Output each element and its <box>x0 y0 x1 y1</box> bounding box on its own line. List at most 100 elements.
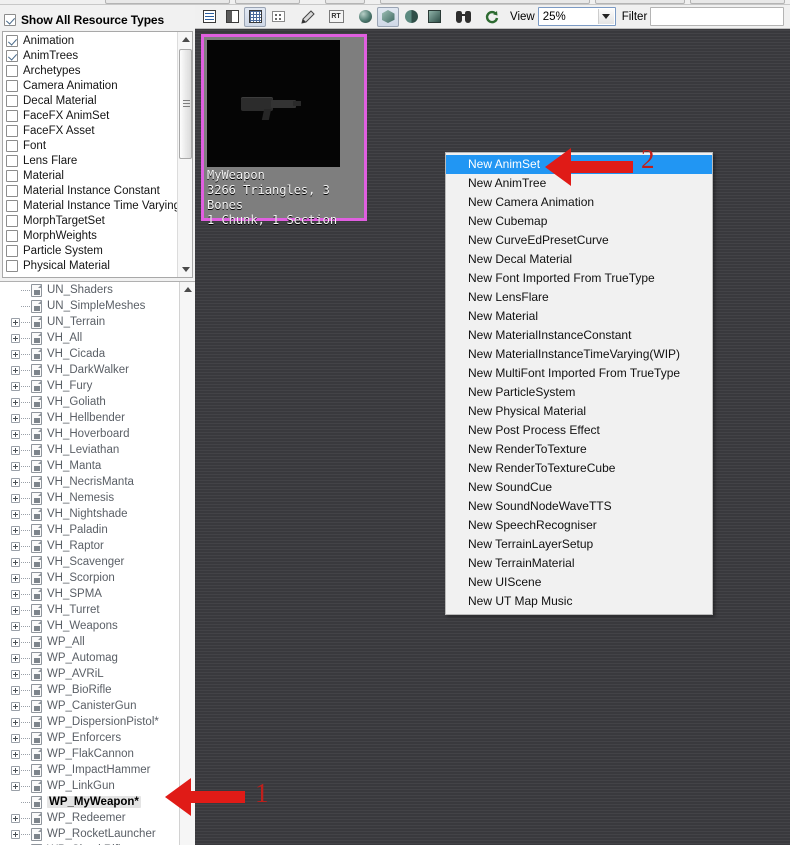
context-menu-item[interactable]: New UIScene <box>446 573 712 592</box>
scroll-up-arrow-icon[interactable] <box>178 32 192 47</box>
show-all-resource-types-row[interactable]: Show All Resource Types <box>0 10 195 30</box>
resource-type-item[interactable]: Material Instance Time Varying <box>3 198 180 213</box>
find-button[interactable] <box>452 7 474 27</box>
expand-plus-icon[interactable] <box>11 525 20 535</box>
context-menu-item[interactable]: New Decal Material <box>446 250 712 269</box>
tree-item[interactable]: WP_Enforcers <box>0 730 178 746</box>
chevron-down-icon[interactable] <box>597 9 614 24</box>
expand-plus-icon[interactable] <box>11 461 20 471</box>
resource-type-checkbox[interactable] <box>6 109 18 122</box>
resource-type-checkbox[interactable] <box>6 259 18 272</box>
tree-item[interactable]: VH_Weapons <box>0 618 178 634</box>
resource-type-checkbox[interactable] <box>6 199 18 212</box>
resource-type-checkbox[interactable] <box>6 34 18 47</box>
tree-item[interactable]: WP_CanisterGun <box>0 698 178 714</box>
tree-item[interactable]: VH_Nightshade <box>0 506 178 522</box>
pen-tool-button[interactable] <box>296 7 318 27</box>
tree-item[interactable]: VH_SPMA <box>0 586 178 602</box>
resource-type-item[interactable]: Font <box>3 138 179 153</box>
expand-plus-icon[interactable] <box>11 381 20 391</box>
expand-plus-icon[interactable] <box>11 397 20 407</box>
context-menu-item[interactable]: New LensFlare <box>446 288 712 307</box>
small-grid-view-button[interactable] <box>267 7 289 27</box>
resource-type-checkbox[interactable] <box>6 184 18 197</box>
view-zoom-select[interactable]: 25% <box>537 7 616 26</box>
expand-plus-icon[interactable] <box>11 813 20 823</box>
resource-type-checkbox[interactable] <box>6 229 18 242</box>
tree-item[interactable]: VH_Fury <box>0 378 178 394</box>
context-menu-item[interactable]: New MaterialInstanceConstant <box>446 326 712 345</box>
resource-type-checkbox[interactable] <box>6 154 18 167</box>
context-menu-item[interactable]: New ParticleSystem <box>446 383 712 402</box>
expand-plus-icon[interactable] <box>11 781 20 791</box>
tree-item[interactable]: VH_Hellbender <box>0 410 178 426</box>
expand-plus-icon[interactable] <box>11 733 20 743</box>
tree-item[interactable]: UN_Shaders <box>0 282 178 298</box>
resource-type-item[interactable]: MorphWeights <box>3 228 179 243</box>
tree-item[interactable]: VH_Leviathan <box>0 442 178 458</box>
resource-type-item[interactable]: AnimTrees <box>3 48 179 63</box>
split-view-button[interactable] <box>221 7 243 27</box>
tree-item[interactable]: VH_Goliath <box>0 394 178 410</box>
scrollbar-thumb[interactable] <box>179 49 192 159</box>
resource-type-checkbox[interactable] <box>6 64 18 77</box>
show-all-resource-types-checkbox[interactable] <box>4 14 16 26</box>
asset-tile-myweapon[interactable]: MyWeapon 3266 Triangles, 3 Bones 1 Chunk… <box>201 34 367 227</box>
tree-item[interactable]: WP_DispersionPistol* <box>0 714 178 730</box>
expand-plus-icon[interactable] <box>11 493 20 503</box>
resource-type-checkbox[interactable] <box>6 169 18 182</box>
tree-item[interactable]: VH_Paladin <box>0 522 178 538</box>
context-menu-item[interactable]: New TerrainLayerSetup <box>446 535 712 554</box>
tree-item[interactable]: WP_Redeemer <box>0 810 178 826</box>
context-menu-item[interactable]: New AnimSet <box>446 155 712 174</box>
tree-item[interactable]: VH_DarkWalker <box>0 362 178 378</box>
resource-type-item[interactable]: MorphTargetSet <box>3 213 179 228</box>
expand-plus-icon[interactable] <box>11 701 20 711</box>
tree-item[interactable]: WP_AVRiL <box>0 666 178 682</box>
resource-types-list[interactable]: Animation AnimTrees Archetypes Camera Anima… <box>2 31 193 278</box>
cylinder-preview-button[interactable] <box>400 7 422 27</box>
context-menu-item[interactable]: New Camera Animation <box>446 193 712 212</box>
expand-plus-icon[interactable] <box>11 717 20 727</box>
package-tree-panel[interactable]: UN_Shaders UN_SimpleMeshes UN_Terrain VH_Al… <box>0 281 195 845</box>
context-menu-item[interactable]: New UT Map Music <box>446 592 712 611</box>
tree-item[interactable]: WP_BioRifle <box>0 682 178 698</box>
tree-item[interactable]: VH_Scavenger <box>0 554 178 570</box>
tree-item[interactable]: WP_RocketLauncher <box>0 826 178 842</box>
context-menu-item[interactable]: New SpeechRecogniser <box>446 516 712 535</box>
resource-list-scrollbar[interactable] <box>177 32 192 277</box>
resource-type-item[interactable]: Physical Material <box>3 258 179 273</box>
expand-plus-icon[interactable] <box>11 589 20 599</box>
tree-item[interactable]: WP_ImpactHammer <box>0 762 178 778</box>
tree-item[interactable]: VH_Scorpion <box>0 570 178 586</box>
sphere-preview-button[interactable] <box>354 7 376 27</box>
resource-type-checkbox[interactable] <box>6 139 18 152</box>
expand-plus-icon[interactable] <box>11 413 20 423</box>
resource-type-checkbox[interactable] <box>6 124 18 137</box>
tree-item[interactable]: VH_Raptor <box>0 538 178 554</box>
context-menu-item[interactable]: New Post Process Effect <box>446 421 712 440</box>
expand-plus-icon[interactable] <box>11 637 20 647</box>
tree-item[interactable]: WP_MyWeapon* <box>0 794 178 810</box>
resource-type-checkbox[interactable] <box>6 49 18 62</box>
expand-plus-icon[interactable] <box>11 365 20 375</box>
tree-item[interactable]: VH_Manta <box>0 458 178 474</box>
tree-item[interactable]: VH_Turret <box>0 602 178 618</box>
refresh-button[interactable] <box>481 7 503 27</box>
tree-item[interactable]: WP_LinkGun <box>0 778 178 794</box>
expand-plus-icon[interactable] <box>11 653 20 663</box>
context-menu-item[interactable]: New Material <box>446 307 712 326</box>
expand-plus-icon[interactable] <box>11 349 20 359</box>
tree-item[interactable]: UN_SimpleMeshes <box>0 298 178 314</box>
grid-view-button[interactable] <box>244 6 266 27</box>
tree-scrollbar[interactable] <box>179 282 195 845</box>
resource-type-checkbox[interactable] <box>6 79 18 92</box>
realtime-preview-button[interactable]: RT <box>325 7 347 27</box>
expand-plus-icon[interactable] <box>11 445 20 455</box>
resource-type-item[interactable]: Particle System <box>3 243 179 258</box>
expand-plus-icon[interactable] <box>11 509 20 519</box>
expand-plus-icon[interactable] <box>11 765 20 775</box>
context-menu-item[interactable]: New MultiFont Imported From TrueType <box>446 364 712 383</box>
tree-scroll-up-arrow-icon[interactable] <box>180 282 195 297</box>
tree-item[interactable]: WP_All <box>0 634 178 650</box>
